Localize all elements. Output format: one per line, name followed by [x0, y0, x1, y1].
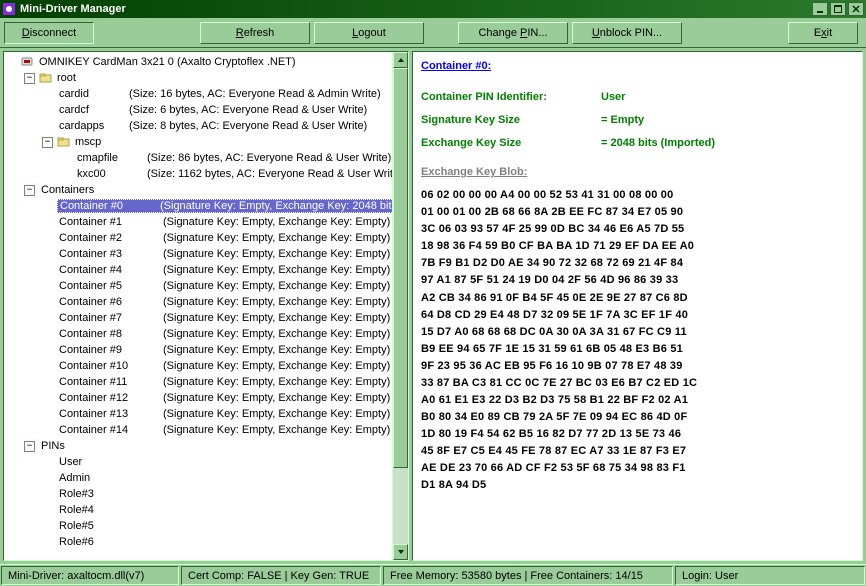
tree-container-6[interactable]: Container #6(Signature Key: Empty, Excha…	[6, 294, 406, 310]
tree-container-8[interactable]: Container #8(Signature Key: Empty, Excha…	[6, 326, 406, 342]
app-icon	[2, 2, 16, 16]
tree-container-13[interactable]: Container #13(Signature Key: Empty, Exch…	[6, 406, 406, 422]
change-pin-button[interactable]: Change PIN...	[458, 22, 568, 44]
tree-container-12[interactable]: Container #12(Signature Key: Empty, Exch…	[6, 390, 406, 406]
tree-container-9[interactable]: Container #9(Signature Key: Empty, Excha…	[6, 342, 406, 358]
folder-icon	[39, 72, 53, 84]
folder-icon	[57, 136, 71, 148]
tree-container-14[interactable]: Container #14(Signature Key: Empty, Exch…	[6, 422, 406, 438]
status-memory: Free Memory: 53580 bytes | Free Containe…	[383, 566, 673, 585]
close-button[interactable]	[848, 2, 864, 16]
expander-icon[interactable]: −	[24, 185, 35, 196]
tree-pin-5[interactable]: Role#6	[6, 534, 406, 550]
pin-id-label: Container PIN Identifier:	[421, 89, 601, 106]
tree-file-cardid[interactable]: cardid(Size: 16 bytes, AC: Everyone Read…	[6, 86, 406, 102]
tree-pin-1[interactable]: Admin	[6, 470, 406, 486]
tree-container-2[interactable]: Container #2(Signature Key: Empty, Excha…	[6, 230, 406, 246]
unblock-pin-button[interactable]: Unblock PIN...	[572, 22, 682, 44]
tree-container-7[interactable]: Container #7(Signature Key: Empty, Excha…	[6, 310, 406, 326]
scrollbar-vertical[interactable]	[392, 52, 408, 560]
tree-container-11[interactable]: Container #11(Signature Key: Empty, Exch…	[6, 374, 406, 390]
tree-panel: OMNIKEY CardMan 3x21 0 (Axalto Cryptofle…	[3, 51, 409, 561]
sig-size-label: Signature Key Size	[421, 112, 601, 129]
blob-hex: 06 02 00 00 00 A4 00 00 52 53 41 31 00 0…	[421, 187, 854, 494]
status-minidriver: Mini-Driver: axaltocm.dll(v7)	[1, 566, 179, 585]
app-title: Mini-Driver Manager	[20, 3, 810, 15]
tree-pin-0[interactable]: User	[6, 454, 406, 470]
maximize-button[interactable]	[830, 2, 846, 16]
tree-file-cardapps[interactable]: cardapps(Size: 8 bytes, AC: Everyone Rea…	[6, 118, 406, 134]
toolbar: Disconnect Refresh Logout Change PIN... …	[0, 18, 866, 48]
tree-mscp[interactable]: −mscp	[6, 134, 406, 150]
tree-container-4[interactable]: Container #4(Signature Key: Empty, Excha…	[6, 262, 406, 278]
scroll-thumb[interactable]	[393, 68, 408, 468]
expander-icon[interactable]: −	[24, 441, 35, 452]
status-login: Login: User	[675, 566, 865, 585]
exit-button[interactable]: Exit	[788, 22, 858, 44]
scroll-up-button[interactable]	[393, 52, 408, 68]
tree-container-3[interactable]: Container #3(Signature Key: Empty, Excha…	[6, 246, 406, 262]
tree-pin-3[interactable]: Role#4	[6, 502, 406, 518]
tree-file-cardcf[interactable]: cardcf(Size: 6 bytes, AC: Everyone Read …	[6, 102, 406, 118]
blob-label: Exchange Key Blob:	[421, 164, 854, 181]
tree-pins[interactable]: −PINs	[6, 438, 406, 454]
titlebar: Mini-Driver Manager	[0, 0, 866, 18]
tree-container-1[interactable]: Container #1(Signature Key: Empty, Excha…	[6, 214, 406, 230]
expander-icon[interactable]: −	[42, 137, 53, 148]
ex-size-label: Exchange Key Size	[421, 135, 601, 152]
tree-pin-4[interactable]: Role#5	[6, 518, 406, 534]
minimize-button[interactable]	[812, 2, 828, 16]
logout-button[interactable]: Logout	[314, 22, 424, 44]
ex-size-value: = 2048 bits (Imported)	[601, 135, 715, 152]
status-bar: Mini-Driver: axaltocm.dll(v7) Cert Comp:…	[0, 564, 866, 586]
tree-containers[interactable]: −Containers	[6, 182, 406, 198]
tree-container-0[interactable]: Container #0(Signature Key: Empty, Excha…	[6, 198, 406, 214]
pin-id-value: User	[601, 89, 625, 106]
detail-panel: Container #0: Container PIN Identifier:U…	[412, 51, 863, 561]
tree-container-10[interactable]: Container #10(Signature Key: Empty, Exch…	[6, 358, 406, 374]
refresh-button[interactable]: Refresh	[200, 22, 310, 44]
disconnect-button[interactable]: Disconnect	[4, 22, 94, 44]
status-certcomp: Cert Comp: FALSE | Key Gen: TRUE	[181, 566, 381, 585]
tree-file-kxc00[interactable]: kxc00(Size: 1162 bytes, AC: Everyone Rea…	[6, 166, 406, 182]
tree-reader[interactable]: OMNIKEY CardMan 3x21 0 (Axalto Cryptofle…	[6, 54, 406, 70]
expander-icon[interactable]: −	[24, 73, 35, 84]
sig-size-value: = Empty	[601, 112, 644, 129]
reader-icon	[21, 56, 35, 68]
tree-container-5[interactable]: Container #5(Signature Key: Empty, Excha…	[6, 278, 406, 294]
tree-file-cmapfile[interactable]: cmapfile(Size: 86 bytes, AC: Everyone Re…	[6, 150, 406, 166]
tree-pin-2[interactable]: Role#3	[6, 486, 406, 502]
tree-root[interactable]: −root	[6, 70, 406, 86]
detail-header: Container #0:	[421, 58, 854, 75]
scroll-down-button[interactable]	[393, 544, 408, 560]
